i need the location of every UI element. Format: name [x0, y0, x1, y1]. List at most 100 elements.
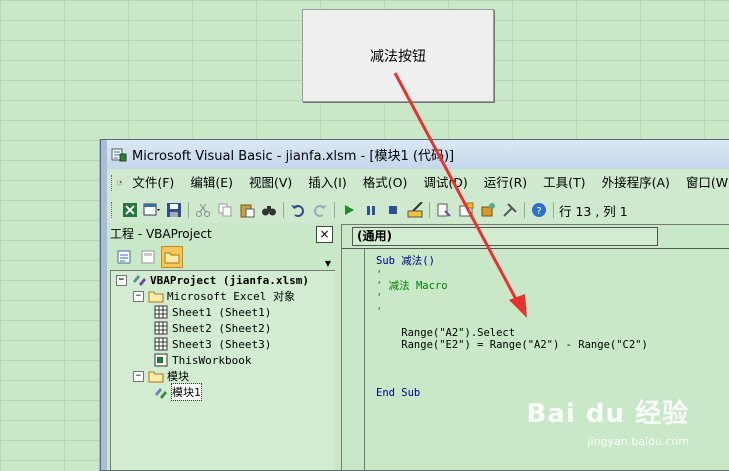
project-explorer-pane: 工程 - VBAProject × ▼ − VBAProject (jianfa… — [107, 224, 335, 470]
design-mode-button[interactable] — [404, 199, 426, 221]
code-line[interactable]: ' — [376, 306, 382, 318]
object-selector[interactable]: (通用) — [352, 227, 658, 246]
find-button[interactable] — [258, 199, 280, 221]
redo-icon — [314, 205, 327, 217]
tree-label: 模块 — [167, 370, 189, 383]
toolbar-separator — [429, 202, 430, 218]
toolbox-icon — [503, 203, 517, 217]
tree-node-module1[interactable]: 模块1 — [153, 383, 202, 401]
redo-button[interactable] — [309, 199, 331, 221]
vbaproject-icon — [133, 275, 146, 286]
code-line[interactable]: Sub 减法() — [376, 255, 435, 267]
tree-expander[interactable]: − — [133, 370, 144, 382]
menu-tools[interactable]: 工具(T) — [535, 172, 593, 194]
code-window: (通用) Sub 减法() ' ' 减法 Macro ' ' Range("A2… — [341, 224, 729, 470]
copy-button[interactable] — [214, 199, 236, 221]
code-line[interactable]: ' — [376, 292, 382, 304]
close-icon[interactable]: × — [316, 226, 333, 243]
menu-file[interactable]: 文件(F) — [124, 172, 182, 194]
pause-icon — [367, 206, 375, 215]
worksheet-icon — [154, 305, 168, 319]
view-object-button[interactable] — [137, 246, 159, 268]
tree-expander[interactable]: − — [133, 290, 144, 302]
menu-window[interactable]: 窗口(W) — [678, 172, 729, 194]
binoculars-icon — [262, 206, 276, 216]
tree-expander[interactable]: − — [116, 274, 127, 286]
code-margin[interactable] — [342, 249, 365, 470]
insert-userform-button[interactable] — [141, 199, 163, 221]
project-explorer-header: 工程 - VBAProject × — [107, 224, 335, 244]
undo-button[interactable] — [287, 199, 309, 221]
userform-icon — [143, 203, 160, 216]
save-button[interactable] — [163, 199, 185, 221]
view-object-icon — [141, 250, 155, 264]
view-code-button[interactable] — [113, 246, 135, 268]
cut-button[interactable] — [192, 199, 214, 221]
code-line[interactable]: End Sub — [376, 387, 420, 399]
view-code-icon — [117, 250, 131, 264]
reset-button[interactable] — [382, 199, 404, 221]
play-icon — [345, 205, 354, 215]
help-icon: ? — [532, 203, 546, 217]
scroll-down-icon[interactable]: ▼ — [325, 259, 331, 268]
menu-grip[interactable] — [111, 175, 113, 191]
tree-node-sheet1[interactable]: Sheet1 (Sheet1) — [153, 304, 271, 320]
menu-insert[interactable]: 插入(I) — [300, 172, 354, 194]
tree-node-excel-objects[interactable]: − Microsoft Excel 对象 — [133, 288, 295, 304]
vba-document-icon[interactable] — [117, 175, 122, 191]
project-explorer-toolbar: ▼ — [107, 244, 335, 270]
menu-bar: 文件(F) 编辑(E) 视图(V) 插入(I) 格式(O) 调试(D) 运行(R… — [107, 170, 729, 196]
view-excel-button[interactable] — [119, 199, 141, 221]
properties-button[interactable] — [455, 199, 477, 221]
tree-label: Microsoft Excel 对象 — [167, 290, 295, 303]
project-explorer-title: 工程 - VBAProject — [110, 227, 212, 241]
tree-label: ThisWorkbook — [172, 353, 252, 367]
paste-button[interactable] — [236, 199, 258, 221]
tree-node-sheet2[interactable]: Sheet2 (Sheet2) — [153, 320, 271, 336]
scissors-icon — [196, 203, 210, 217]
module-icon — [155, 388, 167, 399]
copy-icon — [218, 203, 232, 217]
toolbar-separator — [553, 202, 554, 218]
run-button[interactable] — [338, 199, 360, 221]
sheet-macro-button[interactable]: 减法按钮 — [302, 9, 494, 102]
tree-label: Sheet3 (Sheet3) — [172, 337, 272, 351]
menu-view[interactable]: 视图(V) — [241, 172, 300, 194]
menu-edit[interactable]: 编辑(E) — [182, 172, 241, 194]
tree-label: VBAProject (jianfa.xlsm) — [150, 273, 309, 287]
toolbar-separator — [283, 202, 284, 218]
toolbox-button[interactable] — [499, 199, 521, 221]
tree-node-vbaproject[interactable]: − VBAProject (jianfa.xlsm) — [116, 272, 309, 288]
sheet-macro-button-label: 减法按钮 — [370, 48, 426, 65]
project-explorer-button[interactable] — [433, 199, 455, 221]
menu-run[interactable]: 运行(R) — [476, 172, 535, 194]
break-button[interactable] — [360, 199, 382, 221]
cursor-position: 行 13 , 列 1 — [559, 203, 628, 219]
svg-text:?: ? — [536, 206, 541, 217]
menu-addins[interactable]: 外接程序(A) — [594, 172, 678, 194]
code-line[interactable]: Range("E2") = Range("A2") - Range("C2") — [376, 339, 648, 351]
toggle-folders-button[interactable] — [161, 246, 183, 268]
help-button[interactable]: ? — [528, 199, 550, 221]
object-browser-button[interactable] — [477, 199, 499, 221]
tree-label: Sheet2 (Sheet2) — [172, 321, 272, 335]
code-line[interactable]: Range("A2").Select — [376, 327, 515, 339]
undo-icon — [291, 205, 304, 217]
project-explorer-icon — [437, 203, 451, 217]
properties-icon — [459, 202, 474, 217]
code-line[interactable]: ' 减法 Macro — [376, 280, 448, 292]
design-mode-icon — [407, 202, 423, 218]
tree-node-thisworkbook[interactable]: ThisWorkbook — [153, 352, 251, 368]
menu-debug[interactable]: 调试(D) — [415, 172, 475, 194]
title-bar[interactable]: Microsoft Visual Basic - jianfa.xlsm - [… — [107, 140, 729, 169]
folder-icon — [148, 291, 164, 303]
watermark-url: jingyan.baidu.com — [587, 435, 689, 448]
watermark-logo: Bai du 经验 — [526, 399, 689, 429]
toolbar-grip[interactable] — [111, 202, 115, 218]
tree-node-modules[interactable]: − 模块 — [133, 368, 189, 384]
paste-icon — [240, 204, 255, 218]
menu-format[interactable]: 格式(O) — [355, 172, 416, 194]
toolbar-separator — [524, 202, 525, 218]
tree-node-sheet3[interactable]: Sheet3 (Sheet3) — [153, 336, 271, 352]
project-tree: − VBAProject (jianfa.xlsm) − Microsoft E… — [110, 270, 335, 470]
